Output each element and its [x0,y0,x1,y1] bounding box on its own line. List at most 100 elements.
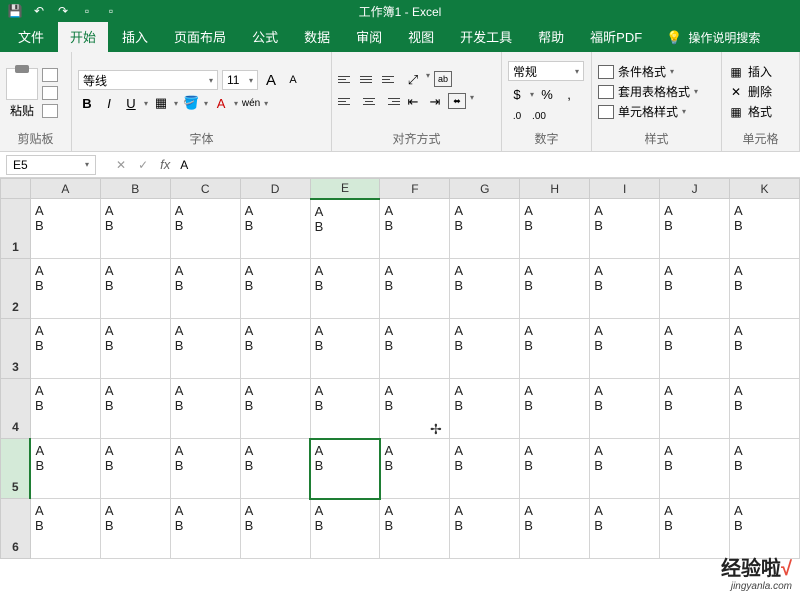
bold-button[interactable]: B [78,94,96,112]
col-header-F[interactable]: F [380,179,450,199]
cell-D1[interactable]: A B [240,199,310,259]
align-middle-icon[interactable] [360,71,378,87]
comma-icon[interactable]: , [560,85,578,103]
cell-F4[interactable]: A B [380,379,450,439]
cell-A1[interactable]: A B [30,199,100,259]
dec-indent-icon[interactable]: ⇤ [404,93,422,111]
col-header-G[interactable]: G [450,179,520,199]
cell-E4[interactable]: A B [310,379,380,439]
row-header-4[interactable]: 4 [1,379,31,439]
cell-E1[interactable]: A B [310,199,380,259]
tab-review[interactable]: 审阅 [344,21,394,52]
col-header-B[interactable]: B [100,179,170,199]
cell-I1[interactable]: A B [590,199,660,259]
redo-icon[interactable]: ↷ [56,4,70,18]
col-header-I[interactable]: I [590,179,660,199]
percent-icon[interactable]: % [538,85,556,103]
cell-H3[interactable]: A B [520,319,590,379]
conditional-format-button[interactable]: 条件格式▾ [598,63,674,80]
border-icon[interactable]: ▦ [152,94,170,112]
cell-G2[interactable]: A B [450,259,520,319]
cell-I5[interactable]: A B [590,439,660,499]
cell-F6[interactable]: A B [380,499,450,559]
cell-C4[interactable]: A B [170,379,240,439]
inc-indent-icon[interactable]: ⇥ [426,93,444,111]
cell-F3[interactable]: A B [380,319,450,379]
save-icon[interactable]: 💾 [8,4,22,18]
col-header-C[interactable]: C [170,179,240,199]
row-header-1[interactable]: 1 [1,199,31,259]
wrap-text-icon[interactable]: ab [434,71,452,87]
cell-J5[interactable]: A B [660,439,730,499]
cell-K4[interactable]: A B [730,379,800,439]
cell-G5[interactable]: A B [450,439,520,499]
cancel-formula-icon[interactable]: ✕ [116,158,126,172]
copy-icon[interactable] [42,86,58,100]
cell-G3[interactable]: A B [450,319,520,379]
tab-view[interactable]: 视图 [396,21,446,52]
format-cells-button[interactable]: ▦格式 [728,103,772,120]
cell-D5[interactable]: A B [240,439,310,499]
cell-I6[interactable]: A B [590,499,660,559]
cell-C1[interactable]: A B [170,199,240,259]
cell-C6[interactable]: A B [170,499,240,559]
cell-G6[interactable]: A B [450,499,520,559]
fill-color-icon[interactable]: 🪣 [182,94,200,112]
cell-E3[interactable]: A B [310,319,380,379]
cell-C2[interactable]: A B [170,259,240,319]
merge-icon[interactable]: ⬌ [448,93,466,109]
font-color-icon[interactable]: A [212,94,230,112]
align-center-icon[interactable] [360,93,378,109]
paste-button[interactable]: 粘贴 [6,68,38,119]
tab-home[interactable]: 开始 [58,21,108,52]
table-format-button[interactable]: 套用表格格式▾ [598,83,698,100]
cell-E2[interactable]: A B [310,259,380,319]
cut-icon[interactable] [42,68,58,82]
row-header-2[interactable]: 2 [1,259,31,319]
col-header-H[interactable]: H [520,179,590,199]
cell-C5[interactable]: A B [170,439,240,499]
cell-A3[interactable]: A B [30,319,100,379]
row-header-5[interactable]: 5 [1,439,31,499]
cell-D3[interactable]: A B [240,319,310,379]
cell-I4[interactable]: A B [590,379,660,439]
select-all-corner[interactable] [1,179,31,199]
cell-J3[interactable]: A B [660,319,730,379]
cell-I2[interactable]: A B [590,259,660,319]
cell-styles-button[interactable]: 单元格样式▾ [598,103,686,120]
cell-J4[interactable]: A B [660,379,730,439]
cell-B5[interactable]: A B [100,439,170,499]
cell-H2[interactable]: A B [520,259,590,319]
tab-help[interactable]: 帮助 [526,21,576,52]
cell-G1[interactable]: A B [450,199,520,259]
tab-file[interactable]: 文件 [6,21,56,52]
cell-K2[interactable]: A B [730,259,800,319]
cell-J1[interactable]: A B [660,199,730,259]
align-right-icon[interactable] [382,93,400,109]
ruby-icon[interactable]: wén [242,94,260,112]
cell-F2[interactable]: A B [380,259,450,319]
currency-icon[interactable]: $ [508,85,526,103]
underline-button[interactable]: U [122,94,140,112]
row-header-3[interactable]: 3 [1,319,31,379]
align-top-icon[interactable] [338,71,356,87]
inc-decimal-icon[interactable]: .0 [508,107,526,125]
align-left-icon[interactable] [338,93,356,109]
tab-foxit[interactable]: 福昕PDF [578,21,654,52]
cell-A4[interactable]: A B [30,379,100,439]
cell-B1[interactable]: A B [100,199,170,259]
enter-formula-icon[interactable]: ✓ [138,158,148,172]
cell-K5[interactable]: A B [730,439,800,499]
row-header-6[interactable]: 6 [1,499,31,559]
tab-dev[interactable]: 开发工具 [448,21,524,52]
cell-F5[interactable]: A B [380,439,450,499]
cell-D2[interactable]: A B [240,259,310,319]
italic-button[interactable]: I [100,94,118,112]
cell-D4[interactable]: A B [240,379,310,439]
formula-input[interactable]: A [170,158,800,172]
name-box[interactable]: E5 ▾ [6,155,96,175]
cell-B4[interactable]: A B [100,379,170,439]
cell-E5[interactable]: A B [310,439,380,499]
cell-H4[interactable]: A B [520,379,590,439]
tab-formulas[interactable]: 公式 [240,21,290,52]
